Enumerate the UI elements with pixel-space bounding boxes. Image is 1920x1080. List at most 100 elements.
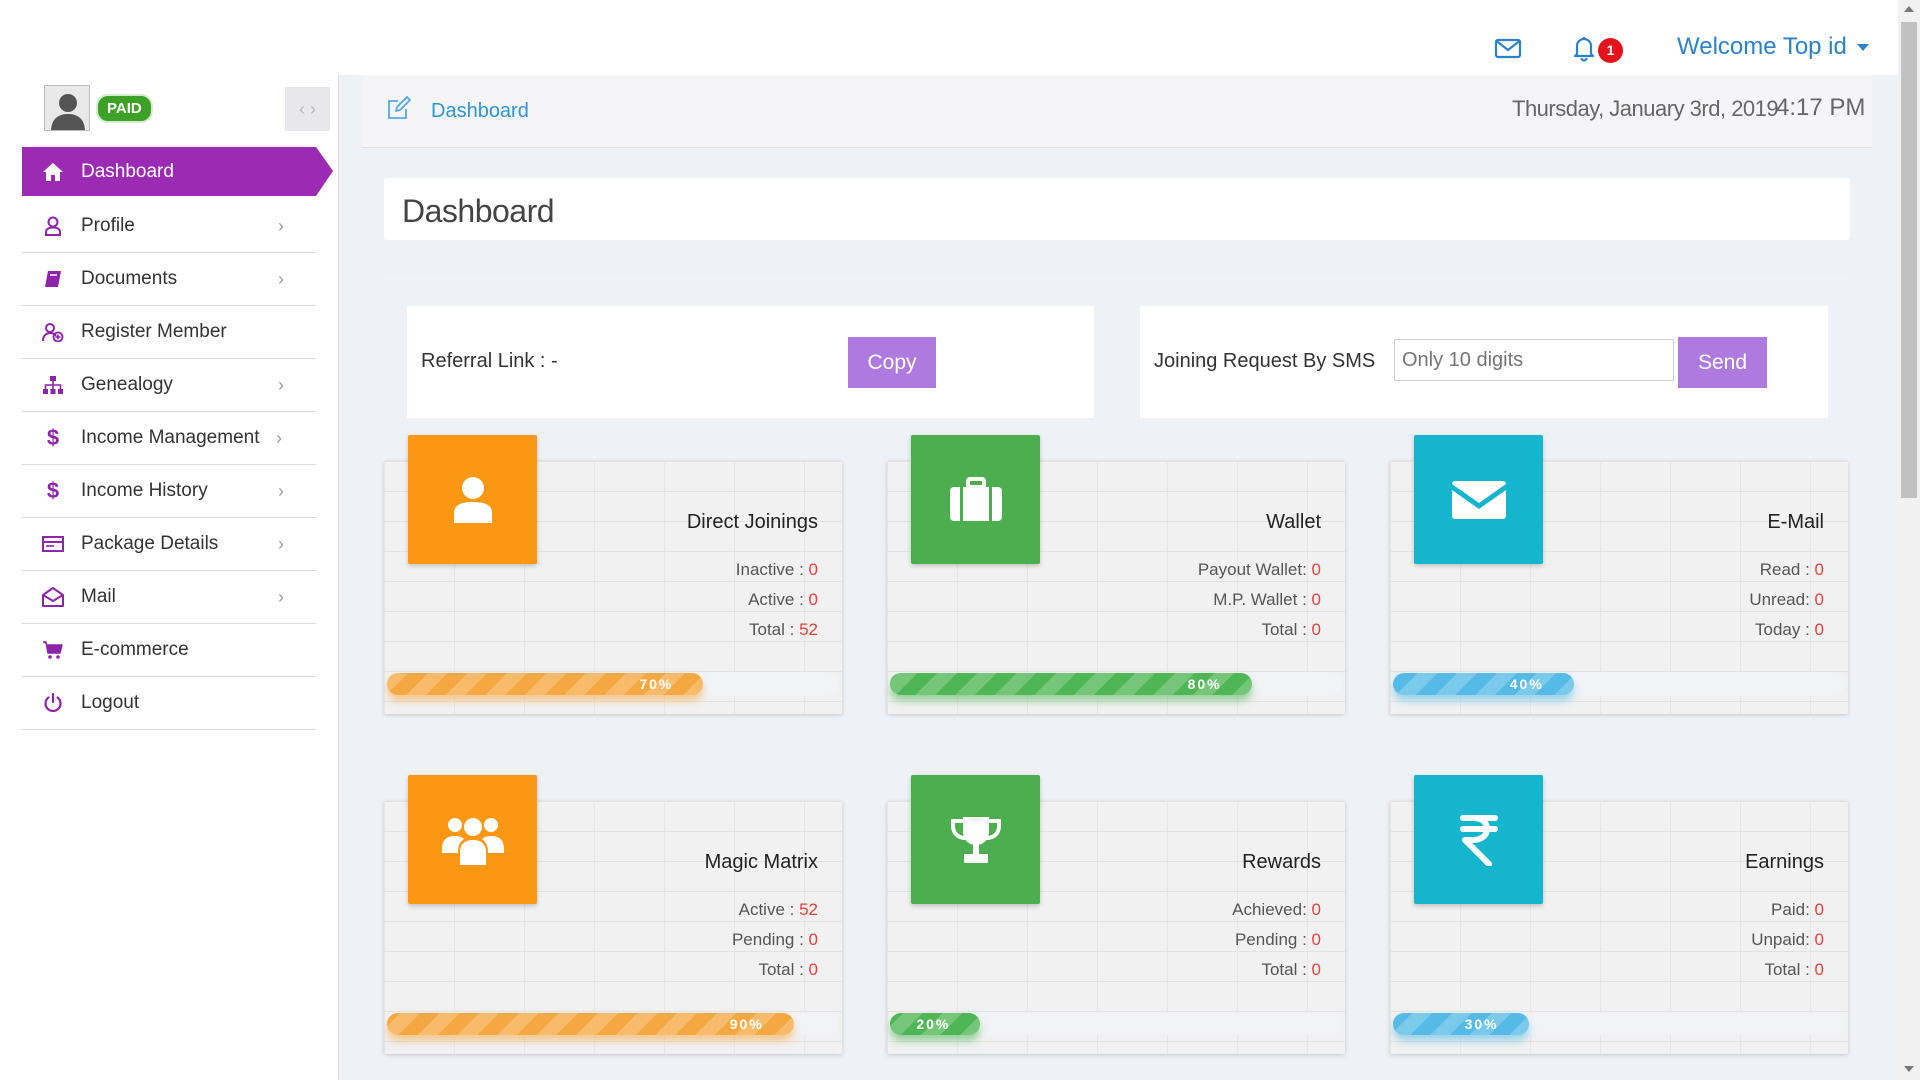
rupee-icon [1459, 814, 1498, 866]
stat-value: 0 [1311, 590, 1321, 609]
current-time: 4:17 PM [1776, 94, 1866, 121]
sidebar-item-register-member[interactable]: Register Member [22, 306, 316, 359]
stat-label: Pending : [731, 930, 809, 949]
avatar[interactable] [44, 85, 90, 131]
sidebar-item-label: Dashboard [81, 160, 174, 182]
page-title: Dashboard [402, 193, 555, 229]
stat-label: Total : [1261, 620, 1312, 639]
stat-row-active: Active : 0 [748, 590, 818, 610]
sidebar-toggle-button[interactable]: ‹ › [285, 87, 330, 131]
stat-value: 0 [1311, 620, 1321, 639]
stat-label: Active : [738, 900, 800, 919]
top-bar: 1 Welcome Top id [0, 0, 1898, 75]
welcome-text: Welcome Top id [1677, 33, 1847, 60]
sidebar-item-package-details[interactable]: Package Details › [22, 518, 316, 571]
phone-number-input[interactable] [1394, 339, 1674, 381]
sidebar-item-label: Logout [81, 692, 140, 713]
chevron-right-icon: › [276, 428, 282, 448]
progress-fill: 30% [1393, 1013, 1529, 1035]
user-icon [453, 476, 492, 523]
send-button[interactable]: Send [1678, 337, 1767, 388]
sidebar-item-income-history[interactable]: $ Income History › [22, 465, 316, 518]
stat-label: Total : [1261, 960, 1312, 979]
sidebar: PAID ‹ › Dashboard Profile › Documents › [0, 75, 339, 1080]
progress-bar: 20% [890, 1013, 1342, 1035]
stat-label: Total : [1764, 960, 1815, 979]
home-icon [42, 161, 64, 183]
stat-value: 0 [1311, 560, 1321, 579]
notification-count-badge: 1 [1598, 38, 1623, 63]
chevron-left-right-icon: ‹ › [299, 99, 316, 119]
section-divider [384, 277, 1850, 281]
card-icon-tile [911, 435, 1040, 564]
card-icon-tile [1414, 435, 1543, 564]
stat-row-pending: Pending : 0 [732, 930, 818, 950]
progress-bar: 90% [387, 1013, 839, 1035]
scrollbar-thumb[interactable] [1901, 22, 1917, 498]
card-icon-tile [408, 435, 537, 564]
stat-row-paid: Paid: 0 [1771, 900, 1824, 920]
sidebar-item-label: Income History [81, 480, 208, 501]
sidebar-item-label: Genealogy [81, 374, 173, 395]
users-icon [441, 817, 504, 865]
sitemap-icon [42, 374, 64, 396]
referral-panel: Referral Link : - Copy [407, 306, 1094, 418]
sidebar-item-label: Package Details [81, 533, 219, 554]
progress-fill: 70% [387, 673, 704, 695]
progress-fill: 20% [890, 1013, 981, 1035]
sidebar-item-dashboard[interactable]: Dashboard [22, 147, 333, 196]
user-menu-dropdown[interactable]: Welcome Top id [1677, 33, 1869, 61]
scroll-down-arrow-icon[interactable] [1904, 1066, 1914, 1072]
sidebar-item-genealogy[interactable]: Genealogy › [22, 359, 316, 412]
progress-bar: 40% [1393, 673, 1845, 695]
stat-row-total: Total : 52 [749, 620, 818, 640]
stat-row-mp-wallet: M.P. Wallet : 0 [1213, 590, 1321, 610]
stat-label: Inactive : [735, 560, 809, 579]
card-title: Direct Joinings [686, 511, 818, 533]
stat-row-achieved: Achieved: 0 [1232, 900, 1321, 920]
power-icon [42, 692, 64, 714]
card-icon-tile [911, 775, 1040, 904]
stat-label: Paid: [1771, 900, 1815, 919]
envelope-icon[interactable] [1493, 33, 1523, 63]
envelope-open-icon [42, 586, 64, 608]
sidebar-item-label: Mail [81, 586, 116, 607]
stat-row-total: Total : 0 [1261, 960, 1321, 980]
sidebar-item-income-management[interactable]: $ Income Management › [22, 412, 316, 465]
sidebar-item-label: E-commerce [81, 639, 189, 660]
scroll-up-arrow-icon[interactable] [1904, 6, 1914, 12]
sidebar-item-logout[interactable]: Logout [22, 677, 316, 730]
sidebar-item-profile[interactable]: Profile › [22, 200, 316, 253]
stat-label: Total : [748, 620, 800, 639]
page-scrollbar[interactable] [1898, 0, 1920, 1080]
stat-row-unpaid: Unpaid: 0 [1751, 930, 1824, 950]
stat-value: 52 [799, 900, 818, 919]
stat-value: 0 [1311, 900, 1321, 919]
card-title: E-Mail [1767, 511, 1824, 533]
stat-value: 0 [808, 930, 818, 949]
copy-button[interactable]: Copy [848, 337, 936, 388]
stat-value: 0 [1814, 930, 1824, 949]
sidebar-item-label: Documents [81, 268, 178, 289]
bell-icon[interactable] [1569, 33, 1599, 63]
sms-request-label: Joining Request By SMS [1154, 350, 1376, 372]
sidebar-item-label: Income Management [81, 427, 260, 448]
stat-row-pending: Pending : 0 [1235, 930, 1321, 950]
caret-down-icon [1856, 44, 1869, 52]
stat-row-today: Today : 0 [1755, 620, 1824, 640]
chevron-right-icon: › [278, 375, 284, 395]
stat-label: Read : [1759, 560, 1815, 579]
stat-value: 0 [1311, 960, 1321, 979]
stat-row-total: Total : 0 [758, 960, 818, 980]
edit-icon [386, 95, 412, 121]
stat-label: Active : [748, 590, 809, 609]
sidebar-item-mail[interactable]: Mail › [22, 571, 316, 624]
breadcrumb-link-dashboard[interactable]: Dashboard [431, 100, 529, 123]
progress-fill: 90% [387, 1013, 794, 1035]
chevron-right-icon: › [278, 534, 284, 554]
card-icon-tile [1414, 775, 1543, 904]
progress-bar: 80% [890, 673, 1342, 695]
stat-value: 0 [1814, 620, 1824, 639]
sidebar-item-documents[interactable]: Documents › [22, 253, 316, 306]
sidebar-item-ecommerce[interactable]: E-commerce [22, 624, 316, 677]
